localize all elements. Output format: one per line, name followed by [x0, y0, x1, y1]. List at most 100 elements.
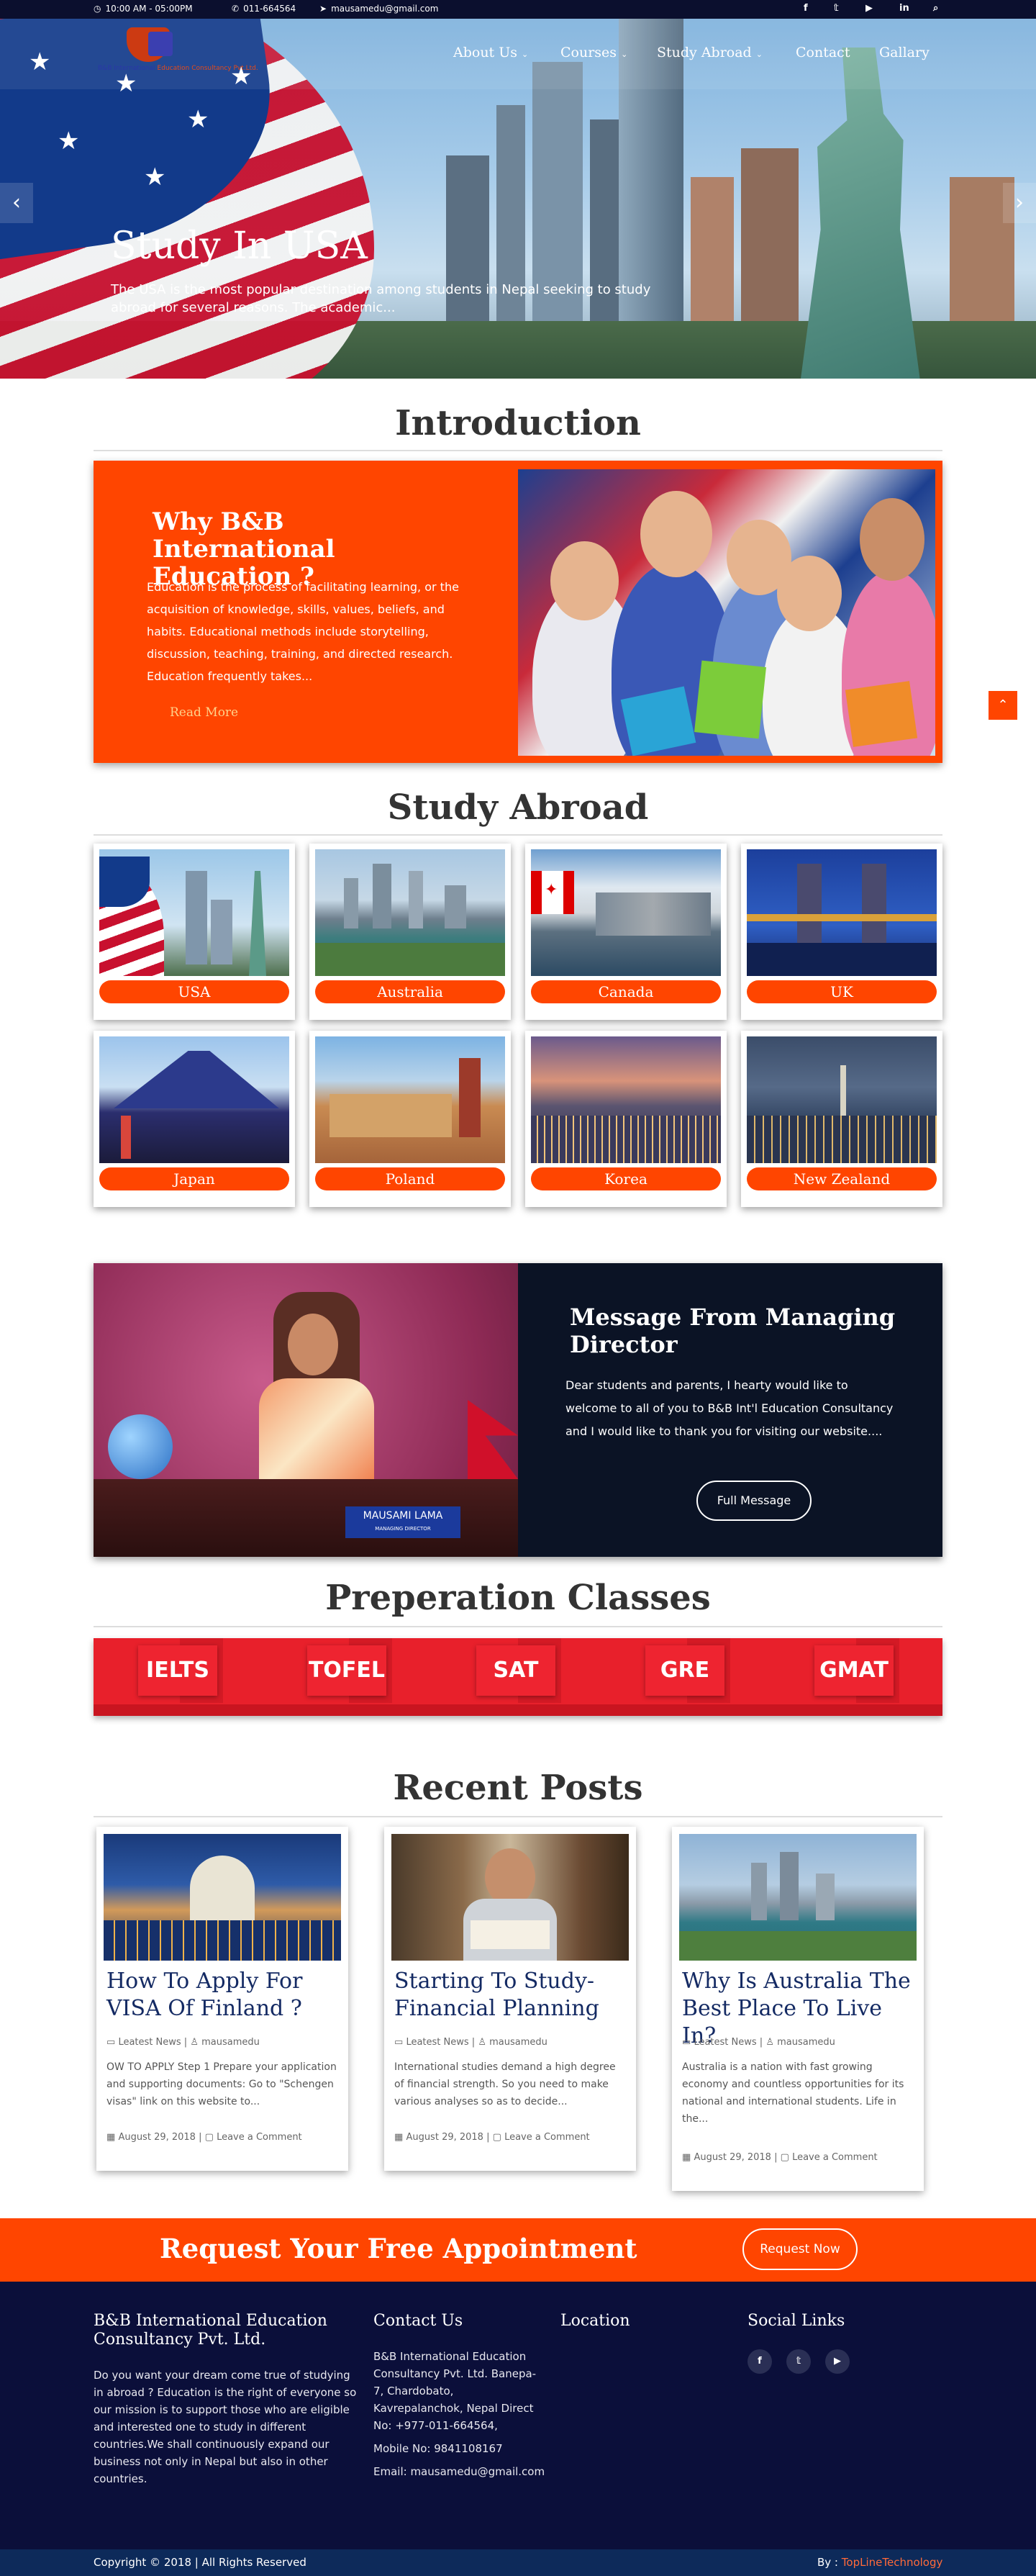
footer-location-title: Location	[560, 2312, 630, 2330]
study-abroad-heading: Study Abroad	[387, 787, 649, 828]
nav-gallary[interactable]: Gallary	[879, 45, 930, 60]
footer-about-text: Do you want your dream come true of stud…	[94, 2369, 357, 2485]
nav-about-us[interactable]: About Us ⌄	[453, 45, 528, 60]
folder-icon: ▭	[682, 2037, 691, 2048]
twitter-icon[interactable]: 𝕥	[834, 3, 839, 14]
prep-classes-strip: IELTS TOFEL SAT GRE GMAT	[94, 1638, 942, 1716]
user-icon: ♙	[765, 2037, 774, 2048]
appointment-banner: Request Your Free Appointment Request No…	[0, 2218, 1036, 2282]
facebook-icon[interactable]: f	[804, 3, 808, 14]
linkedin-icon[interactable]: in	[899, 3, 909, 14]
intro-card-text: Education is the process of facilitating…	[147, 580, 459, 683]
introduction-heading: Introduction	[395, 403, 641, 443]
australia-post-photo	[679, 1834, 917, 1961]
chevron-down-icon: ⌄	[621, 50, 628, 59]
director-photo: MAUSAMI LAMA MANAGING DIRECTOR	[94, 1263, 518, 1557]
country-card-new-zealand[interactable]: New Zealand	[741, 1031, 942, 1207]
footer-contact-title: Contact Us	[373, 2312, 463, 2330]
footer-about-title: B&B International Education Consultancy …	[94, 2312, 327, 2349]
calendar-icon: ▦	[682, 2152, 691, 2163]
full-message-button[interactable]: Full Message	[696, 1481, 812, 1521]
post-meta: ▭ Leatest News | ♙ mausamedu	[106, 2037, 260, 2048]
copyright-text: Copyright © 2018 | All Rights Reserved	[94, 2556, 306, 2569]
country-card-korea[interactable]: Korea	[525, 1031, 727, 1207]
post-excerpt: International studies demand a high degr…	[394, 2061, 616, 2107]
scroll-top-button[interactable]: ⌃	[989, 691, 1017, 720]
clock-icon: ◷	[94, 4, 101, 14]
post-card[interactable]: How To Apply For VISA Of Finland ? ▭ Lea…	[96, 1827, 348, 2171]
user-icon: ♙	[478, 2037, 486, 2048]
country-label: UK	[747, 980, 937, 1003]
post-title[interactable]: How To Apply For VISA Of Finland ?	[106, 1968, 344, 2023]
top-bar: ◷ 10:00 AM - 05:00PM ✆ 011-664564 ➤ mausame…	[0, 0, 1036, 19]
footer-email[interactable]: Email: mausamedu@gmail.com	[373, 2463, 546, 2480]
country-card-canada[interactable]: ✦ Canada	[525, 844, 727, 1020]
twitter-icon[interactable]: 𝕥	[786, 2349, 811, 2374]
nav-courses[interactable]: Courses ⌄	[560, 45, 627, 60]
finland-photo	[104, 1834, 341, 1961]
footer-contact-text: B&B International Education Consultancy …	[373, 2350, 537, 2432]
recent-posts-heading: Recent Posts	[393, 1768, 643, 1808]
slider-next-button[interactable]: ›	[1003, 183, 1036, 223]
prep-tofel[interactable]: TOFEL	[307, 1645, 386, 1696]
country-card-uk[interactable]: UK	[741, 844, 942, 1020]
country-card-australia[interactable]: Australia	[309, 844, 511, 1020]
youtube-icon[interactable]: ▶	[865, 3, 873, 14]
phone-info: ✆ 011-664564	[232, 4, 296, 14]
copyright-bar: Copyright © 2018 | All Rights Reserved B…	[0, 2549, 1036, 2576]
post-excerpt: OW TO APPLY Step 1 Prepare your applicat…	[106, 2061, 337, 2107]
facebook-icon[interactable]: f	[748, 2349, 772, 2374]
comment-icon: ▢	[780, 2152, 789, 2163]
hero-text: The USA is the most popular destination …	[111, 282, 651, 315]
country-label: New Zealand	[747, 1167, 937, 1190]
folder-icon: ▭	[394, 2037, 404, 2048]
nav-study-abroad[interactable]: Study Abroad ⌄	[657, 45, 763, 60]
hours-info: ◷ 10:00 AM - 05:00PM	[94, 4, 193, 14]
main-navbar: B&B International Education Consultancy …	[0, 19, 1036, 89]
globe	[108, 1414, 173, 1479]
prep-gmat[interactable]: GMAT	[814, 1645, 894, 1696]
site-logo[interactable]: B&B International Education Consultancy …	[98, 27, 258, 81]
new-zealand-photo	[747, 1036, 937, 1163]
calendar-icon: ▦	[394, 2132, 404, 2143]
post-footer: ▦ August 29, 2018 | ▢ Leave a Comment	[394, 2132, 590, 2143]
country-label: Australia	[315, 980, 505, 1003]
prep-gre[interactable]: GRE	[645, 1645, 724, 1696]
calendar-icon: ▦	[106, 2132, 116, 2143]
read-more-link[interactable]: Read More	[170, 705, 238, 720]
footer-mobile: Mobile No: 9841108167	[373, 2442, 503, 2455]
post-meta: ▭ Leatest News | ♙ mausamedu	[394, 2037, 547, 2048]
post-card[interactable]: Starting To Study- Financial Planning ▭ …	[384, 1827, 636, 2171]
country-card-usa[interactable]: USA	[94, 844, 295, 1020]
country-card-japan[interactable]: Japan	[94, 1031, 295, 1207]
maple-leaf-icon: ✦	[545, 881, 558, 899]
post-title[interactable]: Starting To Study- Financial Planning	[394, 1968, 632, 2023]
folder-icon: ▭	[106, 2037, 116, 2048]
uk-photo	[747, 849, 937, 976]
email-info[interactable]: ➤ mausamedu@gmail.com	[319, 4, 438, 14]
post-meta: ▭ Leatest News | ♙ mausamedu	[682, 2037, 835, 2048]
youtube-icon[interactable]: ▶	[825, 2349, 850, 2374]
post-excerpt: Australia is a nation with fast growing …	[682, 2061, 904, 2125]
country-label: Canada	[531, 980, 721, 1003]
nav-contact[interactable]: Contact	[796, 45, 850, 60]
send-icon: ➤	[319, 4, 327, 14]
prep-ielts[interactable]: IELTS	[138, 1645, 217, 1696]
appointment-title: Request Your Free Appointment	[160, 2233, 637, 2264]
library-photo	[391, 1834, 629, 1961]
country-card-poland[interactable]: Poland	[309, 1031, 511, 1207]
japan-photo	[99, 1036, 289, 1163]
post-card[interactable]: Why Is Australia The Best Place To Live …	[672, 1827, 924, 2191]
search-icon[interactable]: ⌕	[933, 3, 938, 14]
australia-photo	[315, 849, 505, 976]
director-message: MAUSAMI LAMA MANAGING DIRECTOR Message Fr…	[94, 1263, 942, 1557]
footer-social-title: Social Links	[748, 2312, 845, 2330]
request-now-button[interactable]: Request Now	[742, 2228, 858, 2270]
prep-sat[interactable]: SAT	[476, 1645, 555, 1696]
credit-link[interactable]: TopLineTechnology	[842, 2556, 943, 2569]
slider-prev-button[interactable]: ‹	[0, 183, 33, 223]
footer: B&B International Education Consultancy …	[0, 2282, 1036, 2549]
canada-flag: ✦	[531, 871, 574, 914]
country-label: Poland	[315, 1167, 505, 1190]
post-footer: ▦ August 29, 2018 | ▢ Leave a Comment	[682, 2152, 878, 2163]
